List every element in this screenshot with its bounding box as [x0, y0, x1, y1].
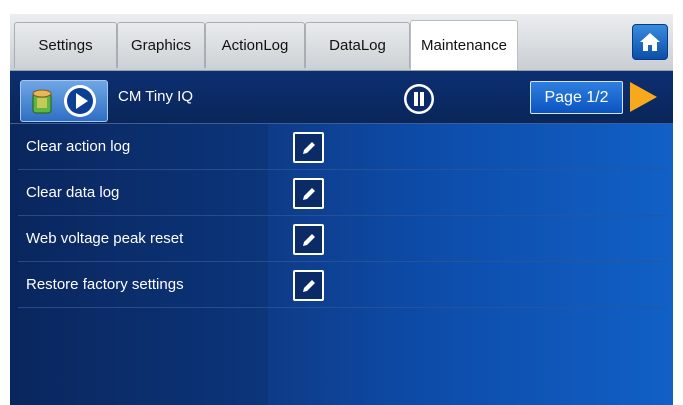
panel-header: CM Tiny IQ Page 1/2 — [10, 71, 673, 124]
restore-factory-settings-label: Restore factory settings — [26, 276, 184, 293]
clear-data-log-label: Clear data log — [26, 184, 120, 201]
web-voltage-peak-reset-edit-button[interactable] — [293, 224, 324, 255]
tab-actionlog[interactable]: ActionLog — [205, 22, 305, 68]
tab-bar: Settings Graphics ActionLog DataLog Main… — [10, 14, 673, 71]
list-item: Clear action log — [10, 124, 673, 170]
device-control-box[interactable] — [20, 80, 108, 122]
page-indicator-button[interactable]: Page 1/2 — [530, 81, 623, 114]
pause-icon[interactable] — [403, 83, 435, 115]
device-title: CM Tiny IQ — [118, 88, 194, 105]
home-button[interactable] — [632, 24, 668, 60]
tab-datalog[interactable]: DataLog — [305, 22, 410, 68]
tab-settings[interactable]: Settings — [14, 22, 117, 68]
device-icon — [32, 89, 52, 114]
next-arrow-icon[interactable] — [630, 82, 657, 112]
home-icon — [640, 33, 660, 51]
row-divider — [18, 307, 665, 308]
app-window: Settings Graphics ActionLog DataLog Main… — [10, 14, 673, 405]
edit-pencil-icon — [302, 187, 315, 200]
list-item: Clear data log — [10, 170, 673, 216]
tab-maintenance[interactable]: Maintenance — [410, 20, 518, 70]
clear-data-log-edit-button[interactable] — [293, 178, 324, 209]
web-voltage-peak-reset-label: Web voltage peak reset — [26, 230, 184, 247]
list-item: Restore factory settings — [10, 262, 673, 308]
edit-pencil-icon — [302, 279, 315, 292]
restore-factory-settings-edit-button[interactable] — [293, 270, 324, 301]
edit-pencil-icon — [302, 233, 315, 246]
maintenance-panel: CM Tiny IQ Page 1/2 Clear action log Cle… — [10, 71, 673, 405]
list-item: Web voltage peak reset — [10, 216, 673, 262]
clear-action-log-label: Clear action log — [26, 138, 131, 155]
clear-action-log-edit-button[interactable] — [293, 132, 324, 163]
maintenance-list: Clear action log Clear data log Web volt… — [10, 124, 673, 308]
tab-graphics[interactable]: Graphics — [117, 22, 205, 68]
play-icon[interactable] — [63, 84, 97, 118]
edit-pencil-icon — [302, 141, 315, 154]
